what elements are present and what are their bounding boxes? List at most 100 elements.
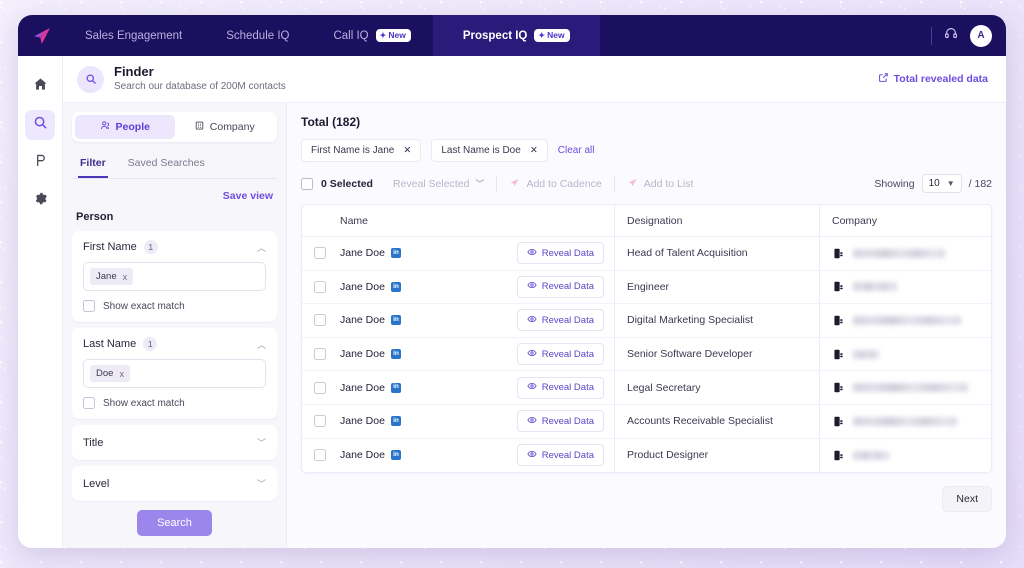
row-checkbox[interactable] <box>314 449 326 462</box>
first-name-exact-row: Show exact match <box>83 300 266 312</box>
filter-group-title: First Name <box>83 241 137 253</box>
row-checkbox[interactable] <box>314 247 326 260</box>
reveal-data-button[interactable]: Reveal Data <box>516 343 604 366</box>
first-name-input[interactable]: Jane x <box>83 262 266 291</box>
row-checkbox[interactable] <box>314 415 326 428</box>
add-to-list-button[interactable]: Add to List <box>613 175 706 192</box>
add-to-cadence-label: Add to Cadence <box>526 177 602 190</box>
applied-filter-chip-last-name[interactable]: Last Name is Doe ✕ <box>431 139 548 162</box>
linkedin-icon[interactable]: in <box>390 450 401 461</box>
search-button-row: Search <box>72 502 277 548</box>
eye-icon <box>527 280 537 293</box>
rail-item-home[interactable] <box>25 72 55 102</box>
filter-group-header[interactable]: Level ﹀ <box>83 477 266 490</box>
reveal-data-button[interactable]: Reveal Data <box>516 275 604 298</box>
reveal-data-button[interactable]: Reveal Data <box>516 309 604 332</box>
reveal-data-button[interactable]: Reveal Data <box>516 242 604 265</box>
chip-remove-icon[interactable]: x <box>119 369 124 379</box>
reveal-data-label: Reveal Data <box>541 348 594 360</box>
exact-match-checkbox[interactable] <box>83 300 95 312</box>
linkedin-icon[interactable]: in <box>390 382 401 393</box>
page-size-value: 10 <box>928 178 940 189</box>
row-checkbox[interactable] <box>314 280 326 293</box>
tab-filter[interactable]: Filter <box>78 151 108 178</box>
row-checkbox[interactable] <box>314 348 326 361</box>
rail-item-flag[interactable] <box>25 148 55 178</box>
applied-filter-chip-first-name[interactable]: First Name is Jane ✕ <box>301 139 422 162</box>
save-view-link[interactable]: Save view <box>223 190 273 202</box>
nav-label: Sales Engagement <box>85 29 183 42</box>
tab-saved-searches[interactable]: Saved Searches <box>126 151 207 178</box>
exact-match-checkbox[interactable] <box>83 397 95 409</box>
reveal-selected-dropdown[interactable]: Reveal Selected ﹀ <box>393 176 496 192</box>
linkedin-icon[interactable]: in <box>390 281 401 292</box>
linkedin-icon[interactable]: in <box>390 349 401 360</box>
cell-company <box>820 338 991 371</box>
reveal-data-button[interactable]: Reveal Data <box>516 376 604 399</box>
table-row[interactable]: Jane Doe in Reveal Data Engineer <box>302 270 991 305</box>
chip-remove-icon[interactable]: ✕ <box>530 145 538 156</box>
rail-item-search[interactable] <box>25 110 55 140</box>
last-name-input[interactable]: Doe x <box>83 359 266 388</box>
page-title-block: Finder Search our database of 200M conta… <box>114 64 286 93</box>
company-badge-icon <box>832 381 845 394</box>
nav-item-schedule-iq[interactable]: Schedule IQ <box>204 15 311 56</box>
cell-name: Jane Doe in Reveal Data <box>302 337 615 371</box>
row-checkbox[interactable] <box>314 381 326 394</box>
table-row[interactable]: Jane Doe in Reveal Data Accounts Receivable… <box>302 404 991 439</box>
segment-company[interactable]: Company <box>175 115 275 139</box>
select-all-checkbox[interactable] <box>301 177 313 190</box>
filter-group-header[interactable]: Title ﹀ <box>83 436 266 449</box>
chip-remove-icon[interactable]: x <box>123 272 128 282</box>
rail-item-settings[interactable] <box>25 186 55 216</box>
person-name: Jane Doe <box>340 314 385 327</box>
value-chip[interactable]: Doe x <box>90 365 130 382</box>
table-row[interactable]: Jane Doe in Reveal Data Legal Secretary <box>302 371 991 405</box>
filter-group-title-label: Title <box>83 436 104 449</box>
linkedin-icon[interactable]: in <box>390 315 401 326</box>
reveal-data-button[interactable]: Reveal Data <box>516 410 604 433</box>
chevron-down-icon: ﹀ <box>256 438 266 448</box>
linkedin-icon[interactable]: in <box>390 248 401 259</box>
table-row[interactable]: Jane Doe in Reveal Data Digital Marketing S… <box>302 304 991 338</box>
table-row[interactable]: Jane Doe in Reveal Data Product Designer <box>302 438 991 473</box>
headset-icon[interactable] <box>944 26 958 45</box>
segment-people[interactable]: People <box>75 115 175 139</box>
column-label: Name <box>340 214 369 227</box>
next-button[interactable]: Next <box>942 486 992 513</box>
company-name-hidden <box>853 248 945 258</box>
nav-item-call-iq[interactable]: Call IQ ✦ New <box>311 15 432 56</box>
value-chip[interactable]: Jane x <box>90 268 134 285</box>
total-revealed-data-link[interactable]: Total revealed data <box>878 72 988 86</box>
filter-group-level[interactable]: Level ﹀ <box>72 466 277 501</box>
action-bar: 0 Selected Reveal Selected ﹀ Add to Cade… <box>301 174 992 193</box>
row-checkbox[interactable] <box>314 314 326 327</box>
filter-group-header[interactable]: First Name 1 ︿ <box>83 240 266 254</box>
filter-group-header[interactable]: Last Name 1 ︿ <box>83 337 266 351</box>
add-to-cadence-button[interactable]: Add to Cadence <box>496 175 613 192</box>
paper-plane-logo-icon[interactable] <box>30 25 52 47</box>
avatar[interactable]: A <box>970 24 992 47</box>
chip-remove-icon[interactable]: ✕ <box>403 145 411 156</box>
column-header-company: Company <box>820 205 991 236</box>
avatar-initial: A <box>977 30 985 41</box>
filter-group-title[interactable]: Title ﹀ <box>72 425 277 460</box>
page-size-select[interactable]: 10 ▼ <box>921 174 962 193</box>
nav-item-prospect-iq[interactable]: Prospect IQ ✦ New <box>432 15 600 56</box>
column-header-designation: Designation <box>615 205 820 236</box>
search-button[interactable]: Search <box>137 510 212 536</box>
table-row[interactable]: Jane Doe in Reveal Data Head of Talent Acqu… <box>302 237 991 271</box>
reveal-data-button[interactable]: Reveal Data <box>516 444 604 467</box>
nav-item-sales-engagement[interactable]: Sales Engagement <box>63 15 204 56</box>
company-badge-icon <box>832 415 845 428</box>
filter-groups: First Name 1 ︿ Jane x Show exact match L… <box>72 231 277 502</box>
reveal-data-label: Reveal Data <box>541 314 594 326</box>
filter-tabs: Filter Saved Searches <box>72 147 277 179</box>
clear-all-link[interactable]: Clear all <box>558 145 595 156</box>
linkedin-icon[interactable]: in <box>390 416 401 427</box>
table-row[interactable]: Jane Doe in Reveal Data Senior Software Dev… <box>302 337 991 372</box>
cell-company <box>820 405 991 438</box>
nav-label: Prospect IQ <box>462 29 528 42</box>
top-navigation: Sales Engagement Schedule IQ Call IQ ✦ N… <box>18 15 1006 56</box>
column-label: Company <box>832 214 877 227</box>
